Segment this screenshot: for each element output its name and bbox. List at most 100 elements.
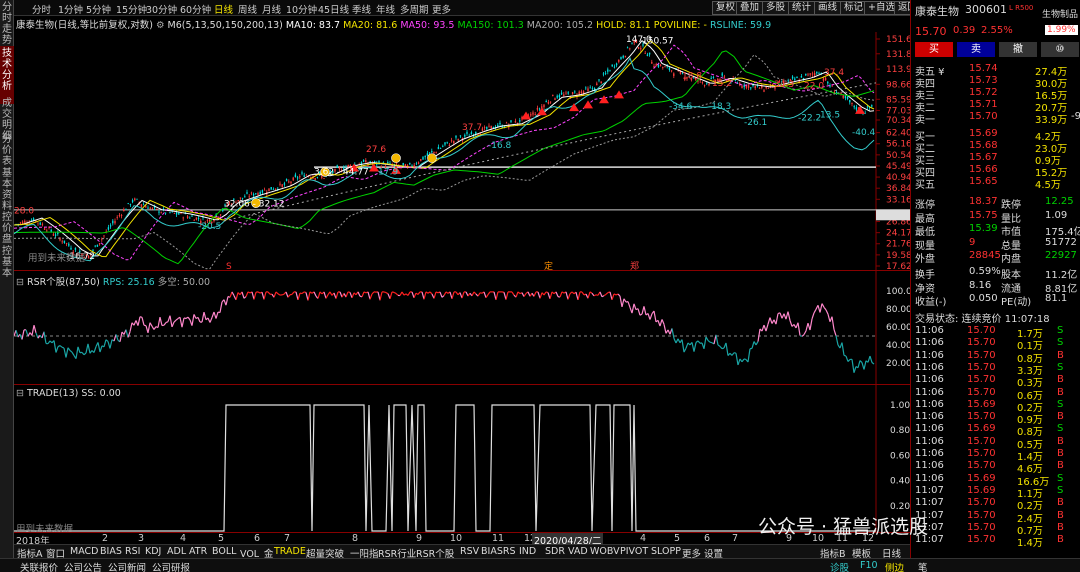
candle-body	[134, 198, 136, 201]
collapse-icon[interactable]: ⊟	[16, 388, 24, 399]
period-tab-14[interactable]: 更多	[432, 2, 451, 16]
tick-price: 15.70	[967, 325, 996, 336]
rsr-line-segment	[543, 291, 547, 296]
period-tab-13[interactable]: 多周期	[400, 2, 429, 16]
candle-body	[120, 215, 123, 216]
indicator-tab-17[interactable]: IND	[519, 546, 536, 557]
main-price-chart[interactable]: 151.6 131.8 113.9 98.66 85.59 77.03 70.34 62.40…	[13, 16, 912, 272]
tick-side: B	[1057, 411, 1064, 423]
trade-indicator-panel[interactable]: 1.00 0.80 0.60 0.40 0.20 ⊟ TRADE(13) SS: 0.0…	[14, 384, 910, 535]
period-tab-0[interactable]: 分时	[32, 2, 51, 16]
candle-body	[244, 196, 246, 198]
indicator-tab-3[interactable]: BIAS	[100, 546, 122, 557]
left-tab-3[interactable]: 分价表	[0, 132, 14, 167]
indicator-tab-15[interactable]: RSV	[460, 546, 479, 557]
period-tab-12[interactable]: 年线	[376, 2, 395, 16]
indicator-tab-19[interactable]: VAD	[568, 546, 588, 557]
bottom-right-3[interactable]: 笔	[918, 560, 928, 572]
trade-name: TRADE(13)	[27, 388, 79, 399]
bottom-right-1[interactable]: F10	[860, 560, 878, 571]
rsr-line-segment	[191, 314, 195, 326]
bottom-tab-1[interactable]: 公司公告	[64, 560, 102, 572]
candle-body	[609, 70, 611, 72]
candle-body	[182, 217, 184, 219]
left-tab-0[interactable]: 分时走势	[0, 0, 14, 46]
candle-body	[794, 78, 796, 80]
candle-body	[261, 190, 264, 193]
candle-body	[574, 91, 576, 93]
bottom-tab-2[interactable]: 公司新闻	[108, 560, 146, 572]
toolbar-button-4[interactable]: 画线	[814, 1, 842, 15]
indicator-tab-8[interactable]: BOLL	[212, 546, 236, 557]
indicator-tab-22[interactable]: SLOPP	[651, 546, 681, 557]
indicator-tab-20[interactable]: WOBV	[590, 546, 620, 557]
toolbar-button-5[interactable]: 标记	[840, 1, 868, 15]
bottom-right-2[interactable]: 侧边	[885, 560, 904, 572]
trade-y-label: 0.20	[890, 502, 910, 512]
candle-body	[142, 204, 145, 206]
rsr-line-segment	[209, 317, 213, 323]
left-tab-5[interactable]: 控价盘	[0, 210, 14, 245]
bottom-right-0[interactable]: 诊股	[830, 560, 849, 572]
rsr-indicator-panel[interactable]: 100.0 80.00 60.00 40.00 20.00 ⊟ RSR个股(87,50)…	[13, 270, 912, 385]
rsr-line-segment	[345, 291, 349, 298]
indicator-tab-5[interactable]: KDJ	[145, 546, 161, 557]
candle-body	[24, 220, 26, 223]
sector-name[interactable]: 生物制品	[1042, 7, 1078, 20]
indicator-tab-21[interactable]: PIVOT	[620, 546, 648, 557]
toolbar-button-1[interactable]: 叠加	[736, 1, 764, 15]
bottom-tab-0[interactable]: 关联报价	[20, 560, 58, 572]
candle-body	[378, 160, 380, 163]
candle-body	[549, 101, 552, 103]
indicator-tab-16[interactable]: BIASRS	[481, 546, 515, 557]
indicator-tab-4[interactable]: RSI	[125, 546, 140, 557]
action-button-1[interactable]: 卖	[957, 42, 995, 57]
period-tab-8[interactable]: 月线	[262, 2, 281, 16]
toolbar-button-0[interactable]: 复权	[712, 1, 740, 15]
left-tab-4[interactable]: 基本资料	[0, 166, 14, 212]
settings-icon[interactable]: ⚙	[156, 20, 165, 31]
indicator-tab-10[interactable]: TRADE	[274, 546, 306, 557]
ask-price: 15.71	[969, 99, 998, 110]
candle-body	[164, 212, 167, 214]
collapse-icon[interactable]: ⊟	[16, 277, 24, 288]
legend-ma50: MA50: 93.5	[400, 20, 455, 31]
rsr-line-segment	[725, 342, 729, 356]
period-tab-5[interactable]: 60分钟	[180, 2, 211, 16]
candle-body	[556, 95, 558, 98]
toolbar-button-2[interactable]: 多股	[762, 1, 790, 15]
period-tab-10[interactable]: 45日线	[318, 2, 349, 16]
action-button-0[interactable]: 买	[915, 42, 953, 57]
rsr-line-segment	[863, 360, 867, 370]
candle-body	[824, 77, 827, 81]
indicator-tab-6[interactable]: ADL	[167, 546, 186, 557]
rsr-line-segment	[291, 291, 295, 295]
action-button-2[interactable]: 撤	[999, 42, 1037, 57]
bottom-tab-3[interactable]: 公司研报	[152, 560, 190, 572]
rsr-line-segment	[53, 340, 57, 353]
period-tab-11[interactable]: 季线	[352, 2, 371, 16]
indicator-tab-7[interactable]: ATR	[189, 546, 207, 557]
indicator-tab-2[interactable]: MACD	[70, 546, 98, 557]
indicator-tab-18[interactable]: SDR	[545, 546, 565, 557]
toolbar-button-3[interactable]: 统计	[788, 1, 816, 15]
period-tab-6[interactable]: 日线	[214, 2, 233, 16]
period-tab-2[interactable]: 5分钟	[86, 2, 111, 16]
event-marker[interactable]	[427, 153, 437, 163]
stat-row: 最高 15.75 量比 1.09	[911, 210, 1080, 225]
future-data-note: 用到未来数据	[28, 253, 86, 264]
period-tab-4[interactable]: 30分钟	[146, 2, 177, 16]
rsr-line-segment	[281, 293, 285, 296]
period-tab-9[interactable]: 10分钟	[286, 2, 317, 16]
rsr-line-segment	[821, 303, 825, 308]
tick-side: B	[1057, 534, 1064, 546]
candle-body	[178, 212, 180, 215]
candle-body	[50, 229, 52, 232]
left-tab-6[interactable]: 控基本	[0, 244, 14, 279]
action-button-3[interactable]: ⑩	[1041, 42, 1079, 57]
period-tab-3[interactable]: 15分钟	[116, 2, 147, 16]
period-tab-7[interactable]: 周线	[238, 2, 257, 16]
event-marker[interactable]	[391, 153, 401, 163]
rsr-line-segment	[731, 352, 735, 356]
period-tab-1[interactable]: 1分钟	[58, 2, 83, 16]
